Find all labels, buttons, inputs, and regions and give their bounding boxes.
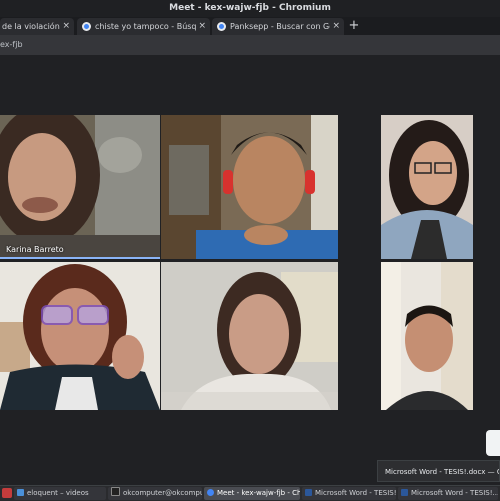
notification-text: Microsoft Word - TESIS!.docx — Okula bbox=[385, 468, 499, 476]
word-icon bbox=[305, 489, 312, 496]
tab-label: de la violación ben bbox=[2, 22, 60, 31]
word-icon bbox=[401, 489, 408, 496]
new-tab-button[interactable]: + bbox=[347, 17, 361, 35]
participant-name: Karina Barreto bbox=[6, 245, 64, 254]
participant-tile-purple-glasses[interactable] bbox=[0, 262, 160, 410]
tab-strip: de la violación ben × chiste yo tampoco … bbox=[0, 17, 500, 35]
taskbar-label: Meet - kex-wajw-fjb - Ch... bbox=[217, 489, 300, 497]
tab-label: Panksepp - Buscar con Google bbox=[230, 22, 330, 31]
google-icon bbox=[82, 22, 91, 31]
window-title: Meet - kex-wajw-fjb - Chromium bbox=[0, 0, 500, 17]
participant-tile-hair-tie[interactable] bbox=[161, 262, 338, 410]
participant-video bbox=[0, 262, 160, 410]
meeting-stage: Karina Barreto bbox=[0, 55, 500, 485]
notification-toast[interactable]: Microsoft Word - TESIS!.docx — Okula bbox=[377, 460, 500, 482]
participant-tile-young-man[interactable] bbox=[381, 262, 473, 410]
tab-panksepp[interactable]: Panksepp - Buscar con Google × bbox=[212, 18, 344, 35]
google-icon bbox=[217, 22, 226, 31]
terminal-icon bbox=[111, 487, 120, 496]
taskbar-item[interactable]: Microsoft Word - TESIS!... bbox=[302, 487, 396, 500]
taskbar-label: okcomputer@okcomput... bbox=[123, 489, 202, 497]
taskbar-label: eloquent – videos bbox=[27, 489, 89, 497]
taskbar-item[interactable]: Microsoft Word - TESIS!... bbox=[398, 487, 498, 500]
taskbar-label: Microsoft Word - TESIS!... bbox=[315, 489, 396, 497]
taskbar-menu-button[interactable] bbox=[2, 488, 12, 498]
participant-tile-glasses[interactable] bbox=[381, 115, 473, 259]
taskbar-item[interactable]: eloquent – videos bbox=[14, 487, 106, 500]
address-bar[interactable]: ex-fjb bbox=[0, 35, 500, 55]
taskbar-item[interactable]: okcomputer@okcomput... bbox=[108, 487, 202, 500]
participant-video bbox=[381, 115, 473, 259]
participant-video bbox=[0, 115, 160, 259]
tab-chiste[interactable]: chiste yo tampoco - Búsqueda × bbox=[77, 18, 210, 35]
close-tab-icon[interactable]: × bbox=[62, 18, 70, 35]
participant-video bbox=[161, 262, 338, 410]
participant-tile-headphones[interactable] bbox=[161, 115, 338, 259]
participant-video bbox=[161, 115, 338, 259]
url-text: ex-fjb bbox=[0, 40, 23, 49]
close-tab-icon[interactable]: × bbox=[332, 18, 340, 35]
taskbar-label: Microsoft Word - TESIS!... bbox=[411, 489, 498, 497]
taskbar: eloquent – videos okcomputer@okcomput...… bbox=[0, 485, 500, 501]
taskbar-item[interactable]: Meet - kex-wajw-fjb - Ch... bbox=[204, 487, 300, 500]
tab-label: chiste yo tampoco - Búsqueda bbox=[95, 22, 196, 31]
close-tab-icon[interactable]: × bbox=[198, 18, 206, 35]
folder-icon bbox=[17, 489, 24, 496]
chromium-icon bbox=[207, 489, 214, 496]
side-panel-button[interactable] bbox=[486, 430, 500, 456]
speaking-indicator bbox=[0, 257, 160, 259]
participant-video bbox=[381, 262, 473, 410]
participant-tile-karina[interactable]: Karina Barreto bbox=[0, 115, 160, 259]
tab-violacion[interactable]: de la violación ben × bbox=[0, 18, 74, 35]
